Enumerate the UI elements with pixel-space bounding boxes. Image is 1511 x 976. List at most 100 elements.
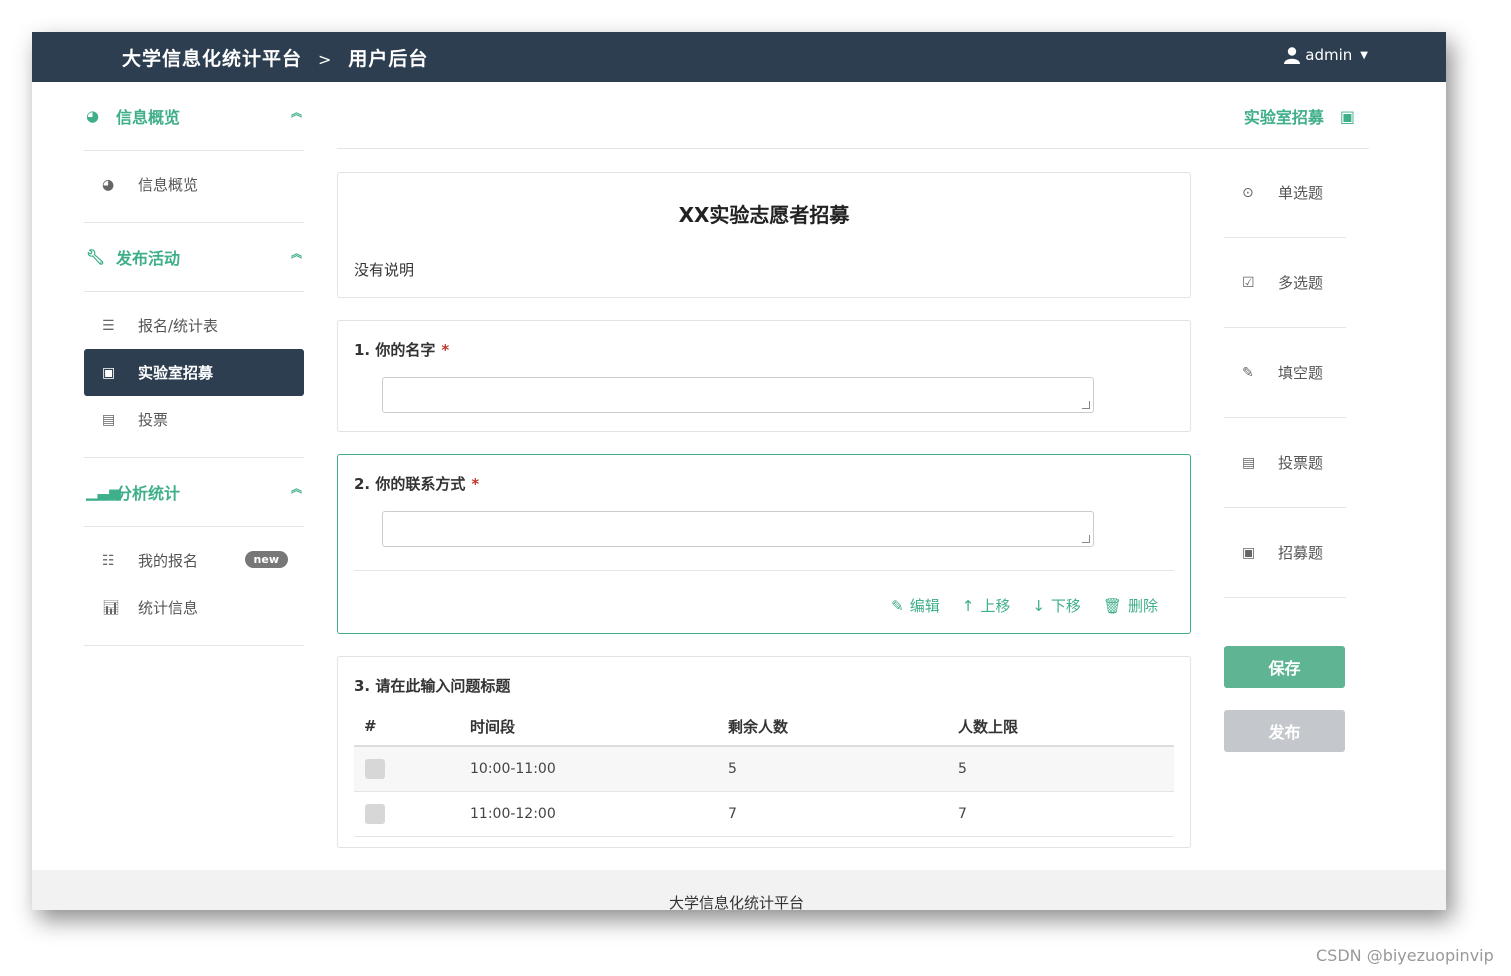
sidebar-section-publish[interactable]: 🔧︎ 发布活动 ︽ bbox=[84, 223, 304, 292]
radio-icon: ⊙ bbox=[1242, 184, 1254, 201]
dashboard-icon: ◕ bbox=[86, 107, 100, 125]
name-textarea[interactable] bbox=[382, 377, 1094, 413]
checkbox-icon: ☑ bbox=[1242, 274, 1255, 291]
row-checkbox[interactable] bbox=[365, 804, 385, 824]
signal-icon: ▁▃▅ bbox=[86, 483, 121, 501]
table-row: 11:00-12:00 7 7 bbox=[354, 791, 1174, 837]
save-button[interactable]: 保存 bbox=[1224, 646, 1345, 688]
footer: 大学信息化统计平台 bbox=[32, 870, 1446, 910]
sidebar-section-analytics[interactable]: ▁▃▅ 分析统计 ︽ bbox=[84, 458, 304, 527]
new-badge: new bbox=[244, 551, 288, 568]
sidebar-item-vote[interactable]: ▤ 投票 bbox=[84, 396, 304, 443]
edit-icon: ✎ bbox=[1242, 364, 1254, 381]
move-up-label: 上移 bbox=[980, 597, 1011, 615]
sidebar-section-body: ◕ 信息概览 bbox=[84, 151, 304, 223]
panel-item-label: 投票题 bbox=[1278, 454, 1324, 472]
chevron-up-icon: ︽ bbox=[291, 247, 302, 260]
time-slot: 10:00-11:00 bbox=[469, 746, 727, 792]
sidebar-item-label: 我的报名 bbox=[138, 552, 199, 570]
slots-table: # 时间段 剩余人数 人数上限 10:00-11:00 5 5 11:00-12… bbox=[354, 707, 1174, 837]
divider bbox=[354, 570, 1174, 571]
sidebar-item-label: 统计信息 bbox=[138, 599, 199, 617]
edit-label: 编辑 bbox=[909, 597, 940, 615]
form-title: XX实验志愿者招募 bbox=[678, 203, 850, 227]
question-card[interactable]: 3. 请在此输入问题标题 # 时间段 剩余人数 人数上限 10:00-11:00… bbox=[337, 656, 1191, 848]
chevron-up-icon: ︽ bbox=[291, 106, 302, 119]
row-checkbox-cell bbox=[354, 746, 469, 792]
main-title: 实验室招募 ▣ bbox=[1244, 104, 1355, 128]
move-up-button[interactable]: ↑ 上移 bbox=[962, 595, 1011, 616]
sidebar-item-signup-form[interactable]: ☰ 报名/统计表 bbox=[84, 302, 304, 349]
question-label: 3. 请在此输入问题标题 bbox=[354, 677, 511, 695]
sidebar-item-lab-recruit[interactable]: ▣ 实验室招募 bbox=[84, 349, 304, 396]
top-navbar: 大学信息化统计平台 > 用户后台 admin ▼ bbox=[32, 32, 1446, 82]
question-card[interactable]: 1. 你的名字 * bbox=[337, 320, 1191, 432]
sidebar-item-my-signups[interactable]: ☷ 我的报名 new bbox=[84, 537, 304, 584]
username: admin bbox=[1305, 46, 1353, 64]
sidebar-section-label: 分析统计 bbox=[116, 484, 181, 503]
table-row: 10:00-11:00 5 5 bbox=[354, 746, 1174, 792]
sidebar-section-overview[interactable]: ◕ 信息概览 ︽ bbox=[84, 82, 304, 151]
main-title-text: 实验室招募 bbox=[1243, 108, 1324, 127]
chevron-up-icon: ︽ bbox=[291, 482, 302, 495]
question-card-selected[interactable]: 2. 你的联系方式 * ✎ 编辑 ↑ 上移 ↓ 下移 🗑︎ 删除 bbox=[337, 454, 1191, 634]
capacity-limit: 7 bbox=[957, 791, 1174, 837]
wrench-icon: 🔧︎ bbox=[86, 248, 106, 266]
arrow-up-icon: ↑ bbox=[961, 597, 975, 615]
caret-down-icon: ▼ bbox=[1360, 49, 1368, 61]
publish-button[interactable]: 发布 bbox=[1224, 710, 1345, 752]
move-down-button[interactable]: ↓ 下移 bbox=[1032, 595, 1081, 616]
sidebar-item-label: 实验室招募 bbox=[138, 364, 214, 382]
list-alt-icon: ▤ bbox=[102, 411, 116, 428]
question-label: 1. 你的名字 * bbox=[354, 339, 449, 360]
delete-label: 删除 bbox=[1127, 597, 1158, 615]
sidebar-section-label: 发布活动 bbox=[116, 249, 181, 268]
sidebar-item-label: 信息概览 bbox=[138, 176, 199, 194]
add-fill-blank[interactable]: ✎ 填空题 bbox=[1224, 328, 1346, 418]
add-recruit[interactable]: ▣ 招募题 bbox=[1224, 508, 1346, 598]
calendar-check-icon: ▣ bbox=[102, 364, 116, 381]
question-actions: ✎ 编辑 ↑ 上移 ↓ 下移 🗑︎ 删除 bbox=[891, 595, 1158, 616]
form-description: 没有说明 bbox=[354, 261, 415, 279]
question-title: 1. 你的名字 bbox=[354, 341, 436, 359]
sidebar-item-stats[interactable]: 📊︎ 统计信息 bbox=[84, 584, 304, 631]
brand-title[interactable]: 大学信息化统计平台 bbox=[122, 48, 302, 70]
add-multi-choice[interactable]: ☑ 多选题 bbox=[1224, 238, 1346, 328]
remaining-count: 7 bbox=[727, 791, 957, 837]
sidebar-section-body: ☷ 我的报名 new 📊︎ 统计信息 bbox=[84, 527, 304, 646]
panel-item-label: 单选题 bbox=[1278, 184, 1324, 202]
sidebar-item-overview[interactable]: ◕ 信息概览 bbox=[84, 161, 304, 208]
dashboard-icon: ◕ bbox=[102, 176, 115, 193]
move-down-label: 下移 bbox=[1050, 597, 1081, 615]
delete-button[interactable]: 🗑︎ 删除 bbox=[1103, 595, 1158, 616]
time-slot: 11:00-12:00 bbox=[469, 791, 727, 837]
list-alt-icon: ▤ bbox=[1242, 454, 1256, 471]
contact-textarea[interactable] bbox=[382, 511, 1094, 547]
calendar-check-icon: ▣ bbox=[1242, 544, 1256, 561]
th-list-icon: ☷ bbox=[102, 552, 115, 569]
column-header: 人数上限 bbox=[957, 707, 1174, 747]
bar-chart-icon: 📊︎ bbox=[102, 599, 120, 616]
add-single-choice[interactable]: ⊙ 单选题 bbox=[1224, 148, 1346, 238]
form-header-card[interactable]: XX实验志愿者招募 没有说明 bbox=[337, 172, 1191, 298]
row-checkbox[interactable] bbox=[365, 759, 385, 779]
question-label: 2. 你的联系方式 * bbox=[354, 473, 479, 494]
panel-item-label: 填空题 bbox=[1278, 364, 1324, 382]
column-header: 剩余人数 bbox=[727, 707, 957, 747]
calendar-check-icon: ▣ bbox=[1339, 106, 1355, 126]
arrow-down-icon: ↓ bbox=[1032, 597, 1045, 615]
panel-item-label: 多选题 bbox=[1278, 274, 1324, 292]
table-header-row: # 时间段 剩余人数 人数上限 bbox=[354, 707, 1174, 747]
add-vote[interactable]: ▤ 投票题 bbox=[1224, 418, 1346, 508]
breadcrumb-separator: > bbox=[318, 50, 333, 69]
footer-text: 大学信息化统计平台 bbox=[669, 894, 805, 910]
user-menu[interactable]: admin ▼ bbox=[1283, 46, 1368, 64]
sidebar: ◕ 信息概览 ︽ ◕ 信息概览 🔧︎ 发布活动 ︽ ☰ 报名/统计表 ▣ 实验室… bbox=[84, 82, 304, 646]
column-header: 时间段 bbox=[469, 707, 727, 747]
main-header: 实验室招募 ▣ bbox=[337, 82, 1369, 149]
edit-button[interactable]: ✎ 编辑 bbox=[891, 595, 940, 616]
question-type-panel: ⊙ 单选题 ☑ 多选题 ✎ 填空题 ▤ 投票题 ▣ 招募题 bbox=[1224, 148, 1346, 598]
capacity-limit: 5 bbox=[957, 746, 1174, 792]
page-title: 用户后台 bbox=[348, 48, 429, 70]
sidebar-section-label: 信息概览 bbox=[116, 108, 181, 127]
